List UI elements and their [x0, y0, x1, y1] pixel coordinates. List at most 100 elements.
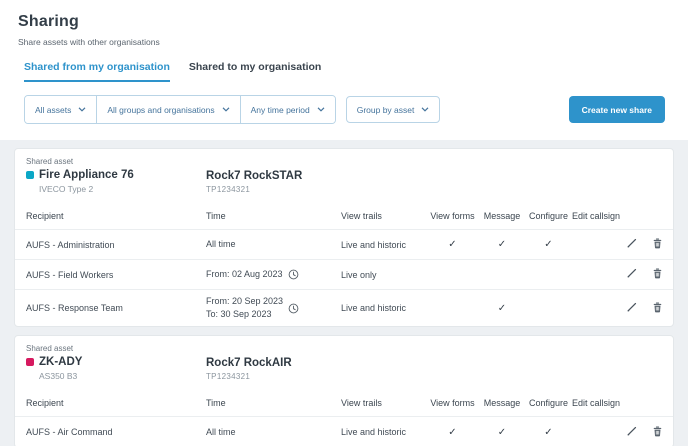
asset-type: AS350 B3: [39, 371, 206, 381]
shared-asset-card: Shared asset Fire Appliance 76 IVECO Typ…: [14, 148, 674, 327]
page-subtitle: Share assets with other organisations: [18, 37, 670, 47]
device-id: TP1234321: [206, 372, 292, 381]
asset-row: Fire Appliance 76 IVECO Type 2 Rock7 Roc…: [26, 169, 662, 194]
header-recipient: Recipient: [26, 211, 206, 221]
asset-name: Fire Appliance 76: [39, 169, 134, 181]
group-by-label: Group by asset: [357, 105, 415, 115]
shared-asset-label: Shared asset: [26, 344, 662, 353]
view-forms-check: ✓: [426, 427, 479, 438]
header-view-trails: View trails: [341, 211, 426, 221]
content-area: Shared asset Fire Appliance 76 IVECO Typ…: [0, 140, 688, 446]
tab-shared-from-my-organisation[interactable]: Shared from my organisation: [24, 61, 170, 82]
table-row: AUFS - Administration All time Live and …: [15, 230, 673, 260]
shared-asset-card: Shared asset ZK-ADY AS350 B3 Rock7 RockA…: [14, 335, 674, 446]
asset-name: ZK-ADY: [39, 356, 82, 368]
table-row: AUFS - Field Workers From: 02 Aug 2023 L…: [15, 260, 673, 290]
header-view-trails: View trails: [341, 398, 426, 408]
time-cell: From: 20 Sep 2023 To: 30 Sep 2023: [206, 296, 341, 320]
device-info: Rock7 RockAIR TP1234321: [206, 356, 292, 381]
trash-icon: [652, 267, 663, 282]
header-view-forms: View forms: [426, 211, 479, 221]
view-forms-check: ✓: [426, 239, 479, 250]
asset-row: ZK-ADY AS350 B3 Rock7 RockAIR TP1234321: [26, 356, 662, 381]
table-row: AUFS - Air Command All time Live and his…: [15, 417, 673, 446]
chevron-down-icon: [78, 107, 86, 112]
device-id: TP1234321: [206, 185, 302, 194]
table-row: AUFS - Response Team From: 20 Sep 2023 T…: [15, 290, 673, 326]
header-time: Time: [206, 211, 341, 221]
recipient-cell: AUFS - Administration: [26, 240, 206, 250]
delete-button[interactable]: [652, 267, 663, 282]
device-info: Rock7 RockSTAR TP1234321: [206, 169, 302, 194]
edit-button[interactable]: [626, 301, 638, 316]
delete-button[interactable]: [652, 237, 663, 252]
delete-button[interactable]: [652, 301, 663, 316]
card-header: Shared asset ZK-ADY AS350 B3 Rock7 RockA…: [15, 336, 673, 389]
time-cell: From: 02 Aug 2023: [206, 269, 341, 281]
time-text: To: 30 Sep 2023: [206, 309, 283, 321]
row-actions: [626, 301, 666, 316]
asset-info: Fire Appliance 76 IVECO Type 2: [26, 169, 206, 194]
shared-asset-label: Shared asset: [26, 157, 662, 166]
row-actions: [626, 425, 666, 440]
header-message: Message: [479, 398, 525, 408]
time-text: From: 02 Aug 2023: [206, 269, 283, 281]
recipient-cell: AUFS - Response Team: [26, 303, 206, 313]
filter-bar: All assets All groups and organisations …: [0, 82, 688, 140]
header-configure: Configure: [525, 398, 572, 408]
view-trails-cell: Live only: [341, 270, 426, 280]
edit-button[interactable]: [626, 425, 638, 440]
header-edit-callsign: Edit callsign: [572, 211, 626, 221]
edit-button[interactable]: [626, 237, 638, 252]
create-new-share-button[interactable]: Create new share: [569, 96, 665, 123]
top-section: Sharing Share assets with other organisa…: [0, 0, 688, 140]
device-name: Rock7 RockAIR: [206, 357, 292, 369]
pencil-icon: [626, 425, 638, 440]
asset-info: ZK-ADY AS350 B3: [26, 356, 206, 381]
trash-icon: [652, 237, 663, 252]
time-cell: All time: [206, 239, 341, 251]
message-check: ✓: [479, 427, 525, 438]
asset-color-dot: [26, 171, 34, 179]
delete-button[interactable]: [652, 425, 663, 440]
table-header-row: Recipient Time View trails View forms Me…: [15, 389, 673, 417]
header-configure: Configure: [525, 211, 572, 221]
header-recipient: Recipient: [26, 398, 206, 408]
trash-icon: [652, 425, 663, 440]
time-text: All time: [206, 239, 236, 251]
time-text: All time: [206, 427, 236, 439]
header-view-forms: View forms: [426, 398, 479, 408]
clock-icon: [288, 303, 299, 314]
time-text: From: 20 Sep 2023: [206, 296, 283, 308]
message-check: ✓: [479, 239, 525, 250]
asset-type: IVECO Type 2: [39, 184, 206, 194]
row-actions: [626, 267, 666, 282]
table-header-row: Recipient Time View trails View forms Me…: [15, 202, 673, 230]
group-by-dropdown[interactable]: Group by asset: [346, 96, 441, 123]
message-check: ✓: [479, 303, 525, 314]
view-trails-cell: Live and historic: [341, 240, 426, 250]
tab-shared-to-my-organisation[interactable]: Shared to my organisation: [189, 61, 321, 82]
pencil-icon: [626, 267, 638, 282]
configure-check: ✓: [525, 427, 572, 438]
row-actions: [626, 237, 666, 252]
chevron-down-icon: [421, 107, 429, 112]
recipient-cell: AUFS - Air Command: [26, 427, 206, 437]
groups-filter-dropdown[interactable]: All groups and organisations: [96, 96, 239, 123]
edit-button[interactable]: [626, 267, 638, 282]
time-period-filter-dropdown[interactable]: Any time period: [240, 96, 335, 123]
filter-dropdown-group: All assets All groups and organisations …: [24, 95, 336, 124]
view-trails-cell: Live and historic: [341, 427, 426, 437]
header-message: Message: [479, 211, 525, 221]
page-title: Sharing: [18, 13, 670, 31]
device-name: Rock7 RockSTAR: [206, 170, 302, 182]
time-cell: All time: [206, 427, 341, 439]
assets-filter-dropdown[interactable]: All assets: [25, 96, 96, 123]
asset-color-dot: [26, 358, 34, 366]
header-time: Time: [206, 398, 341, 408]
chevron-down-icon: [317, 107, 325, 112]
page-header: Sharing Share assets with other organisa…: [0, 0, 688, 47]
pencil-icon: [626, 237, 638, 252]
card-header: Shared asset Fire Appliance 76 IVECO Typ…: [15, 149, 673, 202]
view-trails-cell: Live and historic: [341, 303, 426, 313]
